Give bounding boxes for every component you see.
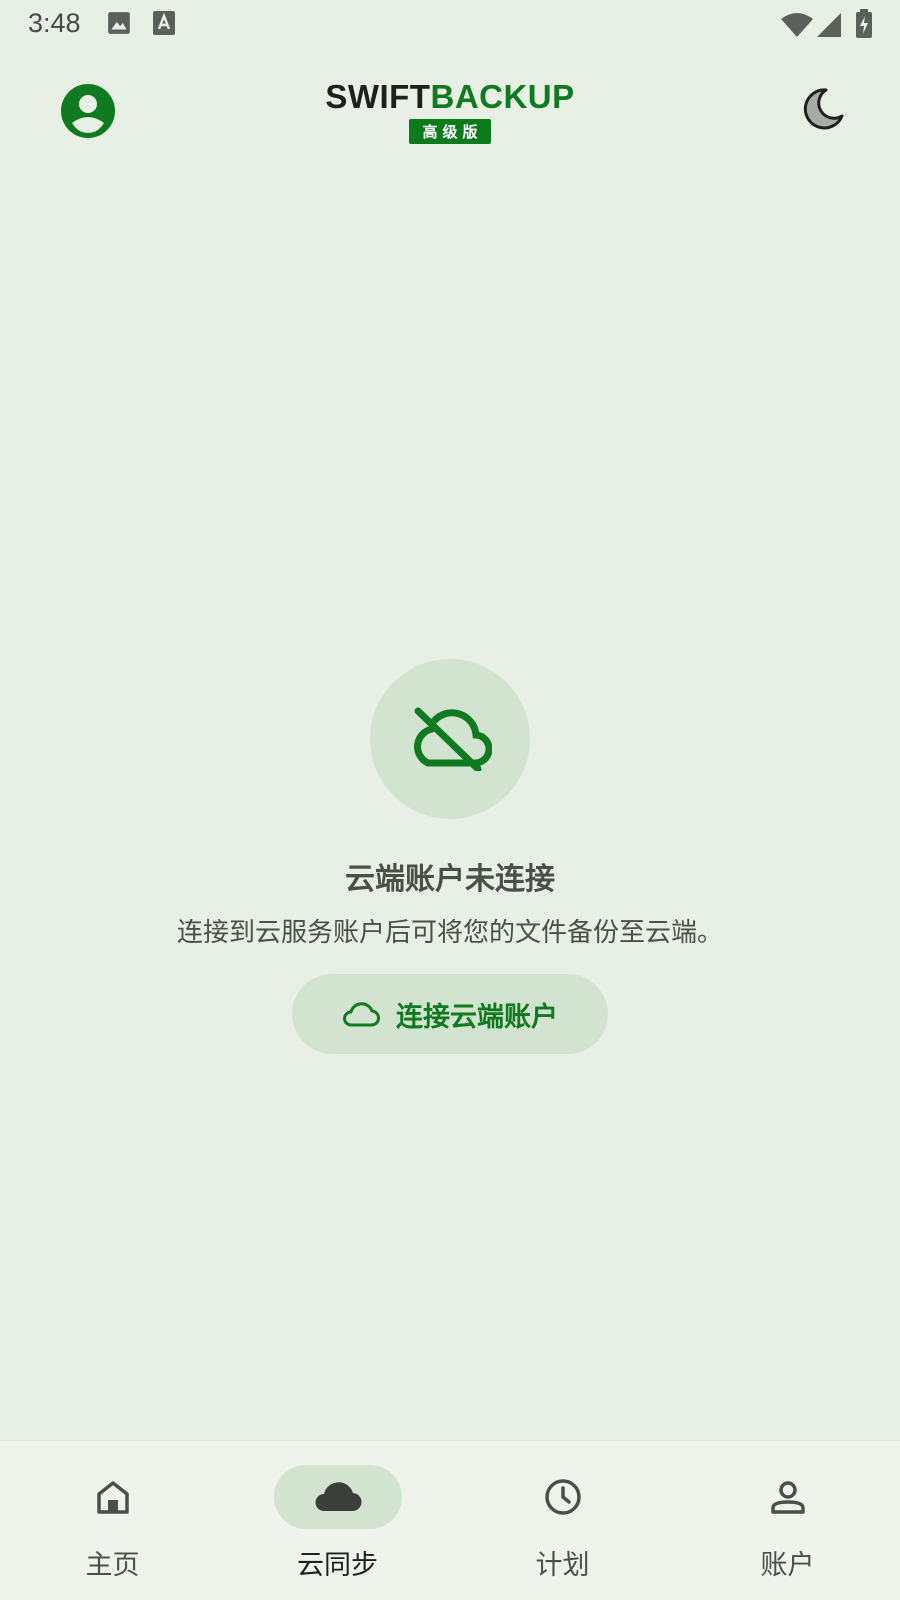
empty-state-title: 云端账户未连接: [345, 862, 555, 897]
status-bar: 3:48: [0, 0, 900, 50]
theme-toggle-button[interactable]: [800, 86, 846, 132]
connect-cloud-account-button[interactable]: 连接云端账户: [292, 974, 608, 1054]
nav-label-home: 主页: [85, 1550, 140, 1581]
person-icon: [770, 1481, 805, 1514]
cloud-off-icon: [414, 707, 492, 771]
clock-icon: [544, 1479, 581, 1515]
empty-state-description: 连接到云服务账户后可将您的文件备份至云端。: [176, 918, 723, 948]
nav-item-schedule[interactable]: 计划: [450, 1441, 675, 1600]
moon-icon: [803, 88, 844, 130]
bottom-navigation: 主页 云同步 计划 账户: [0, 1440, 900, 1600]
logo-swift: SWIFT: [325, 78, 431, 115]
image-icon: [106, 10, 132, 40]
cloud-sync-screen: 3:48 SWIFTBACKUP 高级版 云端账户未连接 连接到云服务账户后可将…: [0, 0, 900, 1600]
nav-label-schedule: 计划: [535, 1550, 590, 1581]
nav-item-home[interactable]: 主页: [0, 1441, 225, 1600]
home-icon: [96, 1481, 129, 1514]
app-logo: SWIFTBACKUP 高级版: [0, 78, 900, 144]
text-recognition-icon: [152, 10, 176, 40]
cloud-off-circle: [370, 659, 530, 819]
battery-charging-icon: [855, 9, 873, 43]
logo-text: SWIFTBACKUP: [0, 78, 900, 116]
signal-icon: [816, 12, 842, 42]
premium-badge: 高级版: [409, 119, 491, 144]
nav-item-cloud-sync[interactable]: 云同步: [225, 1441, 450, 1600]
status-time: 3:48: [28, 8, 81, 38]
cloud-outline-icon: [343, 1002, 380, 1027]
logo-backup: BACKUP: [430, 78, 575, 115]
connect-button-label: 连接云端账户: [396, 1001, 558, 1033]
nav-label-cloud-sync: 云同步: [297, 1550, 378, 1581]
cloud-icon: [315, 1482, 362, 1512]
nav-label-account: 账户: [760, 1550, 815, 1581]
nav-item-account[interactable]: 账户: [675, 1441, 900, 1600]
wifi-icon: [780, 12, 814, 42]
